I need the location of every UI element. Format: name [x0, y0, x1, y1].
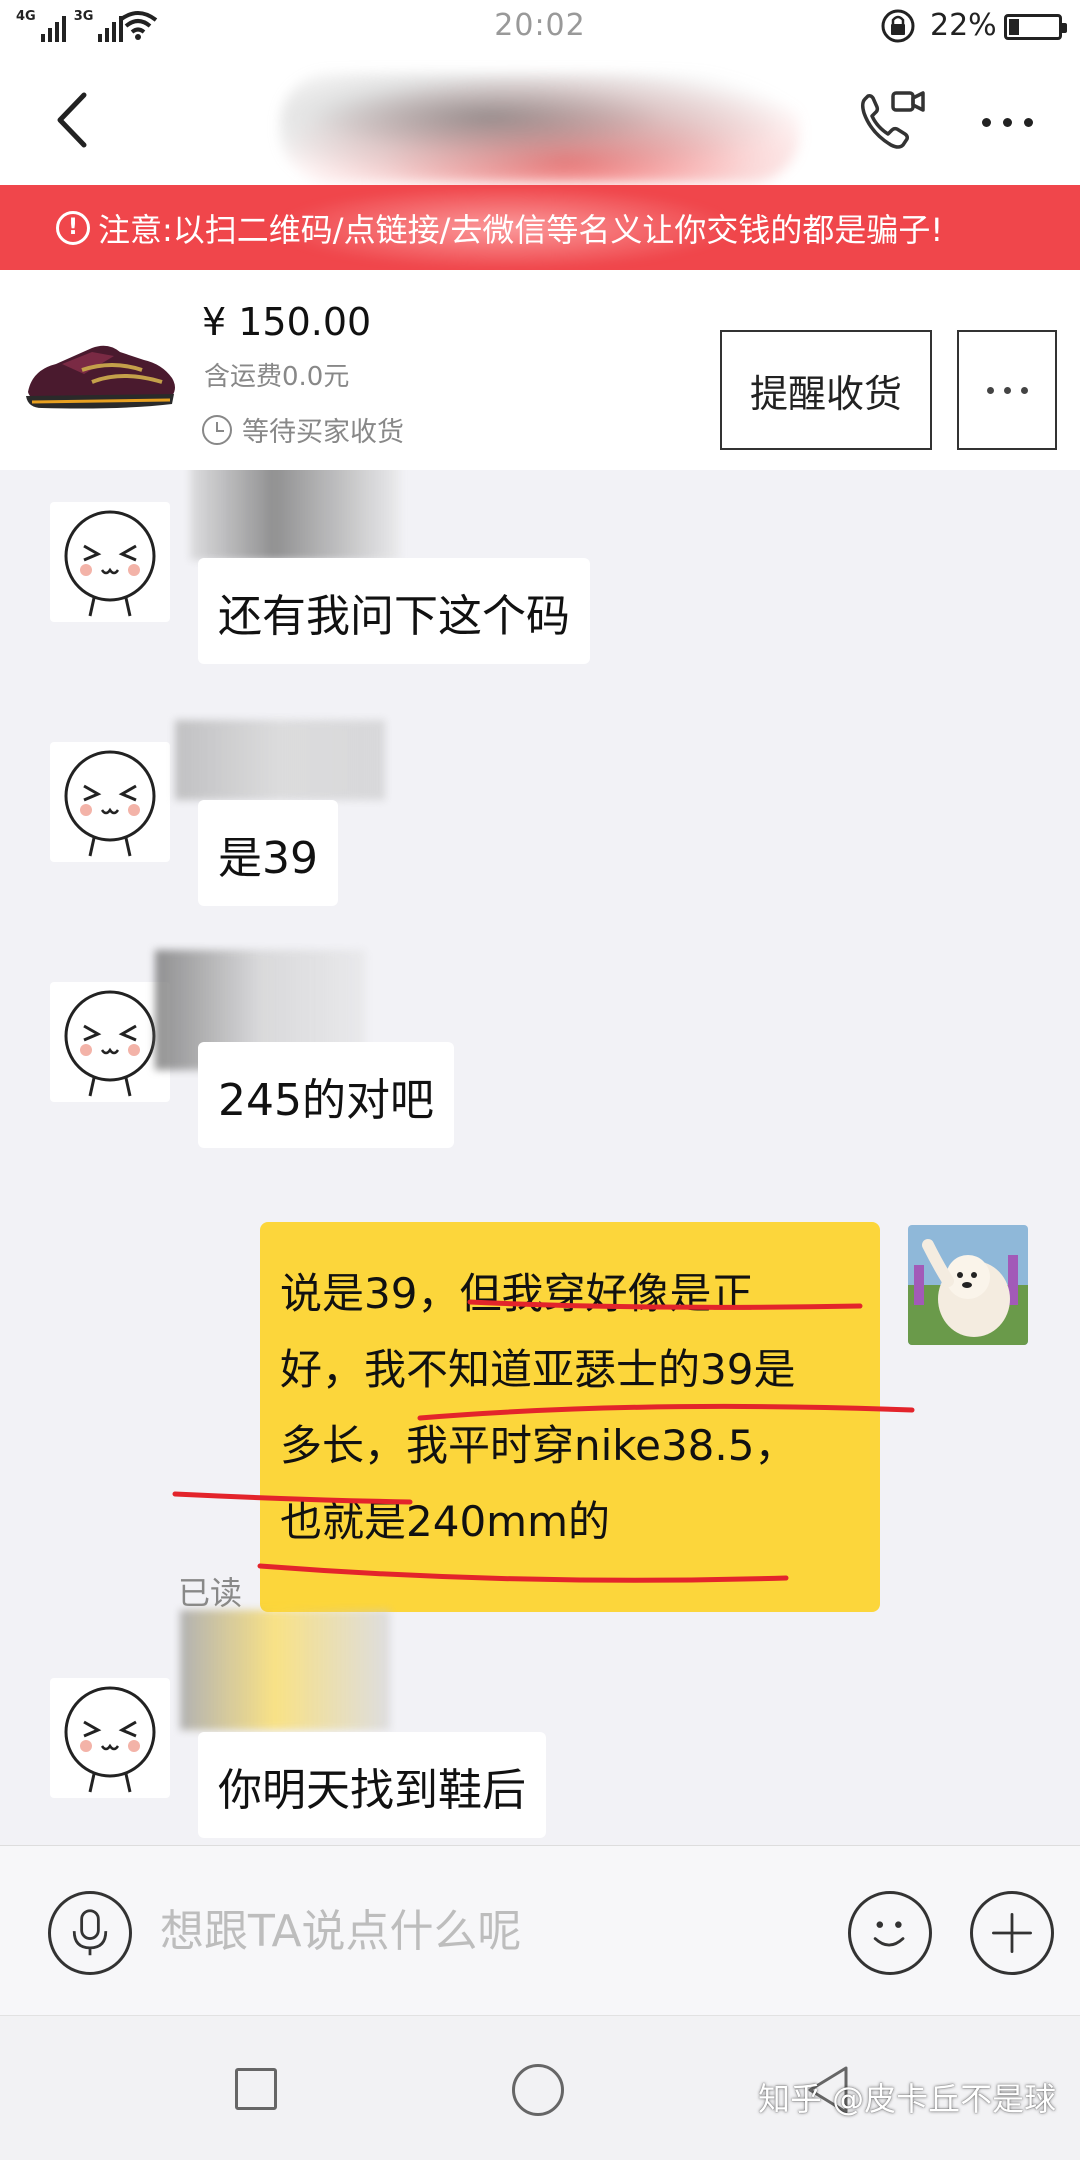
dot [1024, 117, 1033, 127]
emoji-button[interactable] [848, 1891, 932, 1975]
order-summary: ¥ 150.00 含运费0.0元 等待买家收货 提醒收货 [0, 270, 1080, 470]
message-bubble-incoming[interactable]: 还有我问下这个码 [198, 558, 590, 664]
message-line: 也就是240mm的 [280, 1497, 610, 1546]
plus-button[interactable] [970, 1891, 1054, 1975]
sender-name-redacted [180, 1610, 390, 1730]
phone-video-icon[interactable] [855, 85, 927, 155]
warning-text: 注意:以扫二维码/点链接/去微信等名义让你交钱的都是骗子! [98, 210, 944, 249]
red-underline-annotations [172, 1299, 915, 1583]
sender-name-redacted [175, 720, 385, 800]
microphone-button[interactable] [48, 1891, 132, 1975]
message-line: 多长，我平时穿nike38.5， [280, 1421, 797, 1470]
message-line: 说是39，但我穿好像是正 [280, 1269, 754, 1318]
order-more-button[interactable] [957, 330, 1057, 450]
seller-avatar[interactable] [50, 742, 170, 862]
scam-warning-banner: ! 注意:以扫二维码/点链接/去微信等名义让你交钱的都是骗子! [0, 185, 1080, 270]
message-bubble-incoming[interactable]: 是39 [198, 800, 338, 906]
chat-messages[interactable]: 还有我问下这个码 是39 245的对吧 说是39，但我穿好像是正 好，我不知道亚… [0, 470, 1080, 1845]
read-status: 已读 [178, 1574, 243, 1612]
dot [982, 117, 991, 127]
contact-name-redacted [280, 73, 800, 183]
back-button[interactable] [48, 85, 98, 155]
home-button[interactable] [512, 2064, 564, 2116]
rotation-lock-icon [881, 9, 915, 43]
dot [986, 386, 994, 394]
user-avatar[interactable] [908, 1225, 1028, 1345]
message-composer [0, 1845, 1080, 2015]
order-status-text: 等待买家收货 [242, 417, 404, 448]
seller-avatar[interactable] [50, 502, 170, 622]
message-bubble-outgoing[interactable]: 说是39，但我穿好像是正 好，我不知道亚瑟士的39是 多长，我平时穿nike38… [260, 1222, 880, 1612]
message-bubble-incoming[interactable]: 245的对吧 [198, 1042, 454, 1148]
status-bar: 4G 3G 20:02 22% [0, 0, 1080, 55]
message-input[interactable] [160, 1886, 820, 1976]
message-line: 好，我不知道亚瑟士的39是 [280, 1345, 796, 1394]
dot [1020, 386, 1028, 394]
battery-percent: 22% [930, 8, 997, 43]
more-options-button[interactable] [982, 107, 1052, 137]
clock-time: 20:02 [494, 8, 586, 43]
seller-avatar[interactable] [50, 982, 170, 1102]
chat-header [0, 55, 1080, 185]
product-thumbnail[interactable] [22, 330, 182, 420]
order-status: 等待买家收货 [202, 410, 404, 449]
system-navigation-bar: 知乎 @皮卡丘不是球 [0, 2015, 1080, 2160]
shipping-fee: 含运费0.0元 [204, 362, 350, 392]
clock-icon [202, 414, 232, 445]
order-price: ¥ 150.00 [202, 300, 372, 344]
seller-avatar[interactable] [50, 1678, 170, 1798]
sender-name-redacted [190, 470, 400, 560]
remind-receipt-button[interactable]: 提醒收货 [720, 330, 932, 450]
message-bubble-incoming[interactable]: 你明天找到鞋后 [198, 1732, 546, 1838]
dot [1003, 386, 1011, 394]
watermark: 知乎 @皮卡丘不是球 [758, 2080, 1057, 2118]
recent-apps-button[interactable] [235, 2068, 277, 2110]
alert-circle-icon: ! [56, 210, 90, 245]
dot [1003, 117, 1012, 127]
battery-icon [1004, 14, 1067, 40]
